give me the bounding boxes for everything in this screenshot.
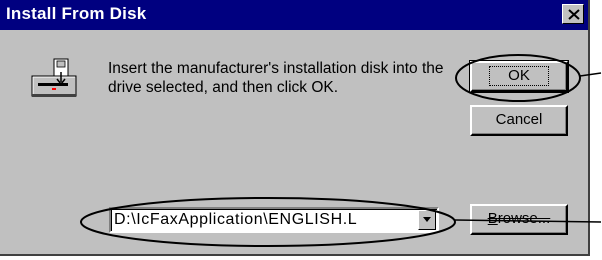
browse-button-label: Browse... <box>488 210 551 227</box>
combo-dropdown-button[interactable] <box>418 210 436 230</box>
title-bar[interactable]: Install From Disk <box>0 0 588 30</box>
path-value[interactable]: D:\IcFaxApplication\ENGLISH.L <box>114 210 414 230</box>
install-from-disk-dialog: Install From Disk Insert the manufacture… <box>0 0 590 256</box>
install-disk-icon <box>30 58 80 105</box>
path-combobox[interactable]: D:\IcFaxApplication\ENGLISH.L <box>109 207 439 233</box>
screenshot-stage: Install From Disk Insert the manufacture… <box>0 0 602 260</box>
cancel-button-label: Cancel <box>495 111 543 128</box>
browse-button[interactable]: Browse... <box>470 204 568 235</box>
ok-button[interactable]: OK <box>469 60 569 93</box>
window-title: Install From Disk <box>6 4 147 23</box>
ok-button-label: OK <box>489 66 549 86</box>
browse-label-rest: rowse... <box>497 210 551 227</box>
close-button[interactable] <box>562 4 584 24</box>
instruction-text: Insert the manufacturer's installation d… <box>108 60 444 96</box>
close-icon <box>568 9 580 20</box>
chevron-down-icon <box>423 217 431 222</box>
cancel-button[interactable]: Cancel <box>470 105 568 136</box>
browse-accelerator: B <box>487 210 498 227</box>
